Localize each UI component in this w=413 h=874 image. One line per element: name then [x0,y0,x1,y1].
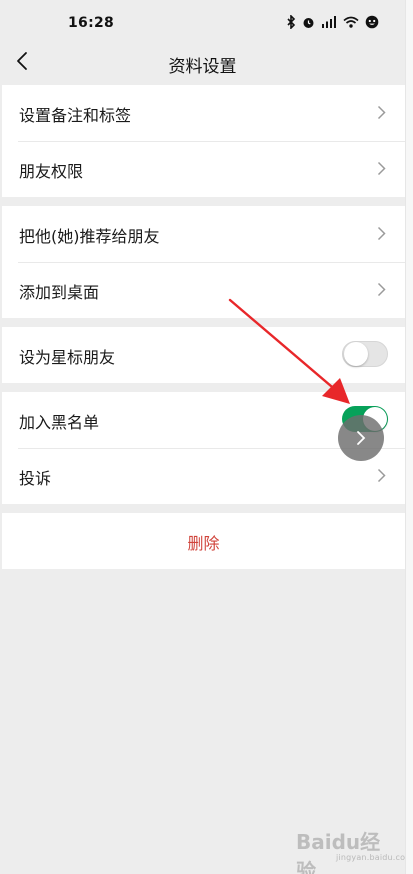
row-add-to-desktop[interactable]: 添加到桌面 [2,262,405,318]
watermark-brand: Baidu经验 [296,830,381,874]
row-friend-permissions[interactable]: 朋友权限 [2,141,405,197]
bluetooth-icon [287,15,296,29]
status-icons [287,14,379,30]
chevron-right-icon [377,468,386,483]
settings-group-remark: 设置备注和标签 朋友权限 [2,85,405,197]
row-set-remark-tags[interactable]: 设置备注和标签 [2,85,405,141]
watermark-url: jingyan.baidu.com [336,853,405,862]
chevron-right-icon [377,282,386,297]
alarm-icon [303,17,314,28]
row-recommend-to-friend[interactable]: 把他(她)推荐给朋友 [2,206,405,262]
chevron-right-icon [377,105,386,120]
wifi-icon [343,16,359,28]
row-label: 投诉 [19,469,52,488]
page-title: 资料设置 [168,57,237,77]
chevron-right-icon [357,431,366,445]
delete-group: 删除 [2,513,405,569]
status-bar: 16:28 [0,0,405,44]
phone-screen: 16:28 资料设置 设置备注和标签 朋友权限 把他(她)推荐给朋友 添加到桌面… [0,0,405,874]
chevron-right-icon [377,161,386,176]
row-label: 添加到桌面 [19,283,100,302]
settings-group-share: 把他(她)推荐给朋友 添加到桌面 [2,206,405,318]
row-label: 加入黑名单 [19,413,100,432]
nav-bar: 资料设置 [0,44,405,82]
row-label: 把他(她)推荐给朋友 [19,227,160,246]
toggle-knob [344,342,368,366]
battery-face-icon [365,15,379,29]
status-time: 16:28 [68,15,115,31]
delete-label: 删除 [187,534,220,553]
floating-assist-button[interactable] [338,415,384,461]
delete-button[interactable]: 删除 [2,513,405,569]
row-label: 设为星标朋友 [19,348,116,367]
row-label: 设置备注和标签 [19,106,132,125]
signal-icon [322,16,336,28]
right-edge-strip [405,0,413,874]
star-friend-toggle[interactable] [342,341,388,367]
row-label: 朋友权限 [19,162,84,181]
row-star-friend: 设为星标朋友 [2,327,405,383]
row-complain[interactable]: 投诉 [2,448,405,504]
baidu-watermark: Baidu经验 jingyan.baidu.com [296,826,405,874]
settings-group-star: 设为星标朋友 [2,327,405,383]
chevron-right-icon [377,226,386,241]
